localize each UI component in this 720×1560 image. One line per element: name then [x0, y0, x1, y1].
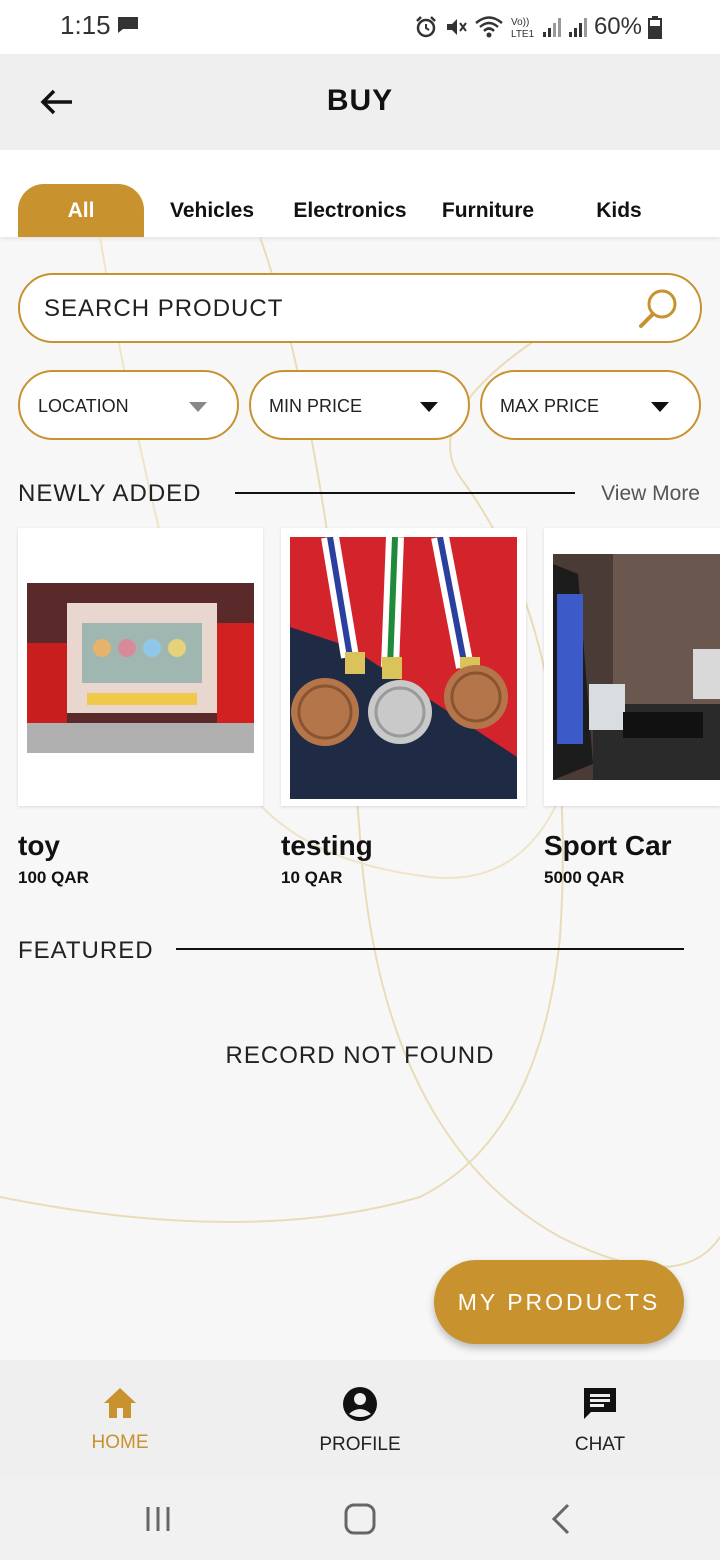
product-card-toy[interactable]: [18, 528, 263, 806]
product-name[interactable]: testing: [281, 830, 373, 862]
app-header: BUY: [0, 54, 720, 150]
location-filter[interactable]: LOCATION: [18, 370, 239, 440]
status-time: 1:15: [60, 10, 111, 40]
tab-all[interactable]: All: [18, 184, 144, 237]
mute-icon: [446, 19, 467, 35]
max-price-filter-label: MAX PRICE: [500, 396, 600, 416]
home-button-icon[interactable]: [340, 1499, 380, 1539]
product-card-testing[interactable]: [281, 528, 526, 806]
signal-icon: [542, 18, 561, 37]
view-more-link[interactable]: View More: [601, 482, 700, 506]
nav-chat-label: CHAT: [574, 1434, 626, 1455]
my-products-button[interactable]: MY PRODUCTS: [434, 1260, 684, 1344]
empty-state-message: RECORD NOT FOUND: [225, 1042, 495, 1069]
min-price-filter-label: MIN PRICE: [269, 396, 363, 416]
search-icon[interactable]: [636, 287, 680, 331]
product-image: [553, 554, 720, 780]
product-name[interactable]: toy: [18, 830, 60, 862]
chevron-down-icon: [420, 402, 438, 412]
newly-added-heading: NEWLY ADDED: [18, 480, 202, 507]
message-notification-icon: [118, 17, 138, 33]
status-icons: Vo)) LTE1 60%: [414, 10, 662, 44]
search-bar: [18, 273, 702, 343]
tab-vehicles[interactable]: Vehicles: [152, 184, 272, 237]
status-bar: 1:15 Vo)) LTE1 60%: [0, 0, 720, 54]
nav-chat[interactable]: CHAT: [520, 1386, 680, 1456]
max-price-filter[interactable]: MAX PRICE: [480, 370, 701, 440]
product-image: [27, 583, 254, 753]
lte-label: LTE1: [511, 29, 535, 40]
tab-furniture[interactable]: Furniture: [428, 184, 548, 237]
recent-apps-icon[interactable]: [138, 1499, 178, 1539]
nav-profile-label: PROFILE: [319, 1434, 401, 1455]
alarm-icon: [416, 16, 436, 38]
chevron-down-icon: [651, 402, 669, 412]
search-input[interactable]: [44, 285, 624, 333]
nav-profile[interactable]: PROFILE: [280, 1386, 440, 1456]
section-divider: [176, 948, 684, 950]
back-button-icon[interactable]: [542, 1499, 582, 1539]
nav-home[interactable]: HOME: [40, 1386, 200, 1454]
battery-percent: 60%: [593, 13, 642, 40]
signal-icon: [568, 18, 587, 37]
product-name[interactable]: Sport Car: [544, 830, 672, 862]
chevron-down-icon: [189, 402, 207, 412]
volte-icon: Vo)) LTE1: [511, 17, 535, 40]
volte-label: Vo)): [511, 17, 529, 28]
section-divider: [235, 492, 575, 494]
wifi-icon: [475, 16, 503, 38]
system-navigation-bar: [0, 1477, 720, 1560]
featured-heading: FEATURED: [18, 937, 154, 964]
product-price: 5000 QAR: [544, 868, 625, 887]
product-image: [290, 537, 517, 799]
category-tabs: All Vehicles Electronics Furniture Kids: [0, 150, 720, 237]
tab-kids[interactable]: Kids: [566, 184, 672, 237]
page-title: BUY: [326, 84, 394, 117]
profile-icon: [343, 1387, 377, 1421]
product-price: 10 QAR: [281, 868, 343, 887]
battery-icon: [648, 16, 662, 39]
home-icon: [104, 1388, 136, 1418]
product-price: 100 QAR: [18, 868, 89, 887]
chat-icon: [584, 1388, 616, 1419]
tab-electronics[interactable]: Electronics: [280, 184, 420, 237]
bottom-navigation: HOME PROFILE CHAT: [0, 1360, 720, 1477]
nav-home-label: HOME: [91, 1432, 149, 1453]
min-price-filter[interactable]: MIN PRICE: [249, 370, 470, 440]
location-filter-label: LOCATION: [38, 396, 129, 416]
product-card-sport-car[interactable]: [544, 528, 720, 806]
